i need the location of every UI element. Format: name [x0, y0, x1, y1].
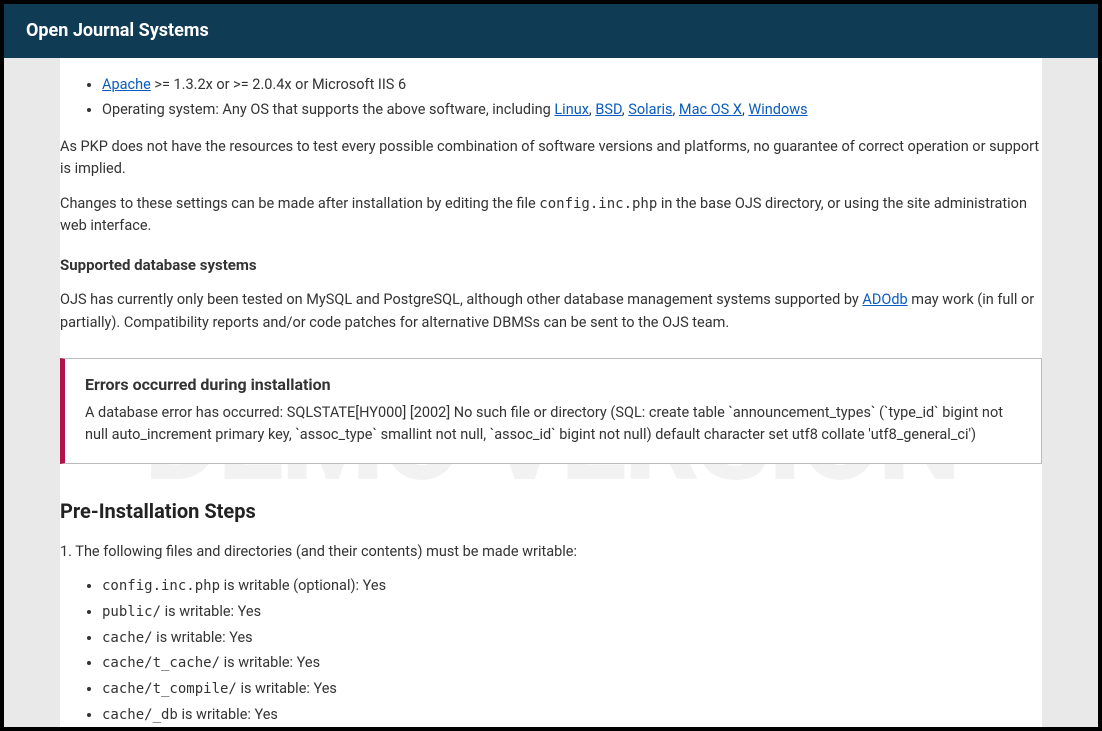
config-filename: config.inc.php: [539, 196, 657, 212]
solaris-link[interactable]: Solaris: [628, 101, 672, 118]
preinstall-intro: 1. The following files and directories (…: [60, 541, 1042, 563]
header-bar: Open Journal Systems: [4, 4, 1098, 58]
pkp-disclaimer: As PKP does not have the resources to te…: [60, 136, 1042, 181]
db-section-paragraph: OJS has currently only been tested on My…: [60, 289, 1042, 334]
error-alert-message: A database error has occurred: SQLSTATE[…: [85, 402, 1023, 447]
list-item: config.inc.php is writable (optional): Y…: [102, 575, 1042, 598]
list-item: cache/t_cache/ is writable: Yes: [102, 652, 1042, 675]
apache-link[interactable]: Apache: [102, 76, 151, 93]
app-title: Open Journal Systems: [26, 20, 209, 41]
list-item: cache/ is writable: Yes: [102, 627, 1042, 650]
macosx-link[interactable]: Mac OS X: [679, 101, 742, 118]
error-alert-title: Errors occurred during installation: [85, 373, 1023, 398]
list-item: public/ is writable: Yes: [102, 601, 1042, 624]
db-section-heading: Supported database systems: [60, 254, 1042, 277]
error-alert: Errors occurred during installation A da…: [60, 358, 1042, 464]
os-prefix: Operating system: Any OS that supports t…: [102, 101, 554, 118]
list-item: cache/t_compile/ is writable: Yes: [102, 678, 1042, 701]
windows-link[interactable]: Windows: [748, 101, 807, 118]
adodb-link[interactable]: ADOdb: [862, 291, 907, 308]
requirement-os: Operating system: Any OS that supports t…: [102, 99, 1042, 121]
preinstall-heading: Pre-Installation Steps: [60, 496, 1042, 527]
config-change-note: Changes to these settings can be made af…: [60, 193, 1042, 238]
requirements-list: Apache >= 1.3.2x or >= 2.0.4x or Microso…: [60, 74, 1042, 122]
linux-link[interactable]: Linux: [554, 101, 589, 118]
bsd-link[interactable]: BSD: [595, 101, 621, 118]
app-frame: Open Journal Systems DEMO VERSION Apache…: [4, 4, 1098, 727]
list-item: cache/_db is writable: Yes: [102, 704, 1042, 727]
apache-tail: >= 1.3.2x or >= 2.0.4x or Microsoft IIS …: [151, 76, 406, 93]
requirement-apache: Apache >= 1.3.2x or >= 2.0.4x or Microso…: [102, 74, 1042, 96]
scroll-pane[interactable]: DEMO VERSION Apache >= 1.3.2x or >= 2.0.…: [4, 58, 1098, 727]
content-card: DEMO VERSION Apache >= 1.3.2x or >= 2.0.…: [60, 58, 1042, 727]
preinstall-list: config.inc.php is writable (optional): Y…: [60, 575, 1042, 726]
